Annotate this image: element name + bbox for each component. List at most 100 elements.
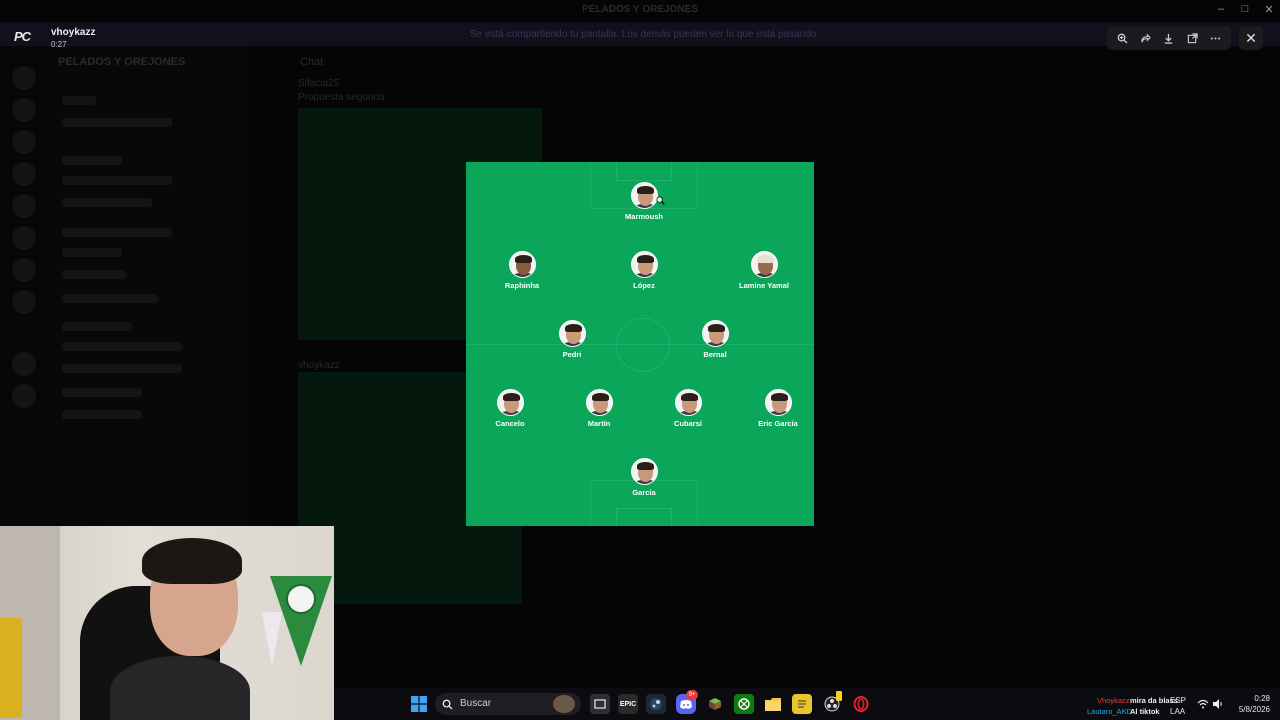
opera-icon[interactable] [851, 694, 871, 714]
player-name: Pedri [562, 350, 582, 359]
player-card[interactable]: Raphinha [482, 251, 562, 290]
player-card[interactable]: Martín [559, 389, 639, 428]
player-name: Martín [587, 419, 611, 428]
player-avatar [496, 389, 524, 416]
close-icon[interactable]: ✕ [1239, 26, 1263, 50]
player-avatar [558, 320, 586, 347]
server-icon[interactable] [12, 130, 36, 154]
center-circle [616, 318, 670, 372]
steam-icon[interactable] [646, 694, 666, 714]
channel-item[interactable] [62, 96, 96, 105]
image-viewer-toolbar [1107, 26, 1231, 50]
channel-item[interactable] [62, 176, 172, 185]
player-avatar [750, 251, 778, 278]
player-card[interactable]: Cancelo [470, 389, 550, 428]
player-name: Cancelo [495, 419, 525, 428]
obs-recording-indicator [836, 691, 842, 701]
player-card[interactable]: Eric García [738, 389, 814, 428]
message-author[interactable]: Sifacia25 [298, 78, 339, 89]
wifi-icon[interactable] [1196, 694, 1210, 714]
channel-item[interactable] [62, 294, 158, 303]
notification-user: Vhoykazz [1097, 696, 1130, 705]
player-card[interactable]: Pedri [532, 320, 612, 359]
player-card[interactable]: Bernal [675, 320, 755, 359]
keyboard-layout[interactable]: LAA [1170, 707, 1185, 716]
server-icon[interactable] [12, 290, 36, 314]
search-placeholder: Buscar [460, 698, 492, 709]
notification-message: Al tiktok [1130, 707, 1160, 716]
task-view-icon[interactable] [590, 694, 610, 714]
uploader-name[interactable]: vhoykazz [51, 27, 95, 38]
keyboard-language[interactable]: ESP [1170, 696, 1186, 705]
download-icon[interactable] [1159, 28, 1179, 48]
player-avatar [585, 389, 613, 416]
player-name: Cubarsí [674, 419, 702, 428]
forward-icon[interactable] [1136, 28, 1156, 48]
player-name: García [632, 488, 656, 497]
player-card[interactable]: Lamine Yamal [724, 251, 804, 290]
minecraft-icon[interactable] [705, 694, 725, 714]
webcam-overlay [0, 526, 334, 720]
channel-item[interactable] [62, 388, 142, 397]
player-name: Lamine Yamal [739, 281, 789, 290]
zoom-icon[interactable] [1113, 28, 1133, 48]
server-icon[interactable] [12, 226, 36, 250]
channel-item[interactable] [62, 198, 152, 207]
minimize-icon[interactable]: – [1211, 3, 1231, 15]
player-avatar [630, 251, 658, 278]
channel-item[interactable] [62, 342, 182, 351]
clock-date: 5/8/2026 [1238, 705, 1270, 714]
channel-item[interactable] [62, 364, 182, 373]
player-card[interactable]: García [604, 458, 684, 497]
xbox-icon[interactable] [734, 694, 754, 714]
channel-item[interactable] [62, 228, 172, 237]
lineup-pitch: Marmoush Raphinha López Lamine Yamal Ped… [466, 162, 814, 526]
channel-item[interactable] [62, 270, 126, 279]
search-highlight-icon [553, 695, 575, 713]
server-icon[interactable] [12, 162, 36, 186]
server-icon[interactable] [12, 194, 36, 218]
goal-area-top [616, 162, 672, 181]
server-icon[interactable] [12, 98, 36, 122]
folder-icon[interactable] [763, 694, 783, 714]
epic-games-icon[interactable]: EPIC [618, 694, 638, 714]
volume-icon[interactable] [1211, 694, 1225, 714]
system-clock[interactable]: 0:28 5/8/2026 [1226, 693, 1270, 715]
player-avatar [508, 251, 536, 278]
window-title: PELADOS Y OREJONES [582, 4, 698, 15]
more-icon[interactable] [1205, 28, 1225, 48]
uploader-avatar: PC [14, 29, 31, 44]
discord-badge: 9+ [686, 690, 698, 700]
player-name: Eric García [758, 419, 798, 428]
server-name[interactable]: PELADOS Y OREJONES [58, 56, 185, 68]
player-name: Bernal [703, 350, 727, 359]
player-avatar [630, 458, 658, 485]
player-avatar [674, 389, 702, 416]
player-card[interactable]: Cubarsí [648, 389, 728, 428]
uploader-info: PC vhoykazz 0:27 [14, 26, 95, 49]
player-card[interactable]: Marmoush [604, 182, 684, 221]
share-banner-text: Se está compartiendo tu pantalla. Los de… [470, 29, 820, 40]
player-card[interactable]: López [604, 251, 684, 290]
notes-icon[interactable] [792, 694, 812, 714]
maximize-icon[interactable]: □ [1235, 3, 1255, 15]
windows-start-icon[interactable] [409, 694, 429, 714]
window-close-icon[interactable]: ✕ [1259, 3, 1279, 16]
message-author[interactable]: vhoykazz [298, 360, 340, 371]
open-external-icon[interactable] [1182, 28, 1202, 48]
server-icon[interactable] [12, 384, 36, 408]
player-avatar [764, 389, 792, 416]
server-icon[interactable] [12, 66, 36, 90]
player-name: Marmoush [625, 212, 663, 221]
channel-item[interactable] [62, 322, 132, 331]
channel-item[interactable] [62, 118, 172, 127]
channel-item[interactable] [62, 248, 122, 257]
zoom-cursor-icon [656, 196, 665, 205]
server-icon[interactable] [12, 258, 36, 282]
channel-item[interactable] [62, 156, 122, 165]
server-icon[interactable] [12, 352, 36, 376]
clock-time: 0:28 [1254, 694, 1270, 703]
channel-item[interactable] [62, 410, 142, 419]
chat-header: Chat [300, 56, 324, 68]
player-avatar [701, 320, 729, 347]
